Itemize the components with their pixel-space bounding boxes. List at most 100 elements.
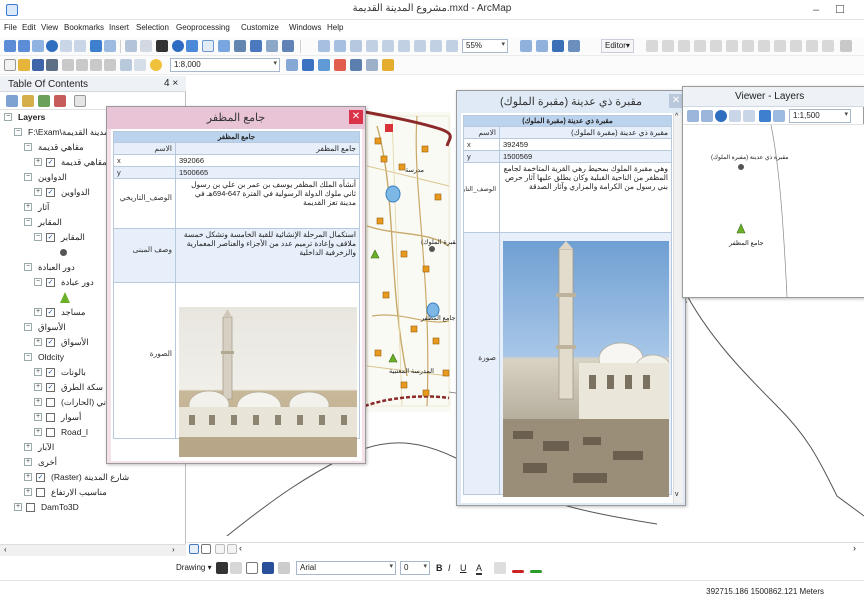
overview-icon[interactable] [282, 40, 294, 52]
checkbox-icon[interactable]: ✓ [46, 158, 55, 167]
html-popup-icon[interactable] [202, 40, 214, 52]
layout-zoom-in-icon[interactable] [318, 40, 330, 52]
map-scale-combo[interactable]: 1:8,000 ▾ [170, 58, 280, 72]
toc-layer-row[interactable]: + ✓ (Raster) شارع المدينة [0, 472, 186, 485]
expand-icon[interactable]: + [34, 368, 42, 376]
layout-back-icon[interactable] [430, 40, 442, 52]
forward-icon[interactable] [773, 110, 785, 122]
collapse-icon[interactable]: − [4, 113, 12, 121]
redo-icon[interactable] [134, 59, 146, 71]
layout-100-icon[interactable] [382, 40, 394, 52]
time-slider-icon[interactable] [234, 40, 246, 52]
scroll-up-icon[interactable]: ^ [675, 113, 678, 120]
cut-polygons-icon[interactable] [742, 40, 754, 52]
underline-button[interactable]: U [460, 563, 467, 573]
list-by-selection-icon[interactable] [54, 95, 66, 107]
find-icon[interactable] [186, 40, 198, 52]
arcscene-icon[interactable] [366, 59, 378, 71]
create-features-icon[interactable] [822, 40, 834, 52]
menu-windows[interactable]: Windows [289, 23, 321, 32]
rotate-icon[interactable] [774, 40, 786, 52]
checkbox-icon[interactable]: ✓ [46, 368, 55, 377]
checkbox-icon[interactable] [46, 398, 55, 407]
checkbox-icon[interactable]: ✓ [36, 473, 45, 482]
measure-icon[interactable] [218, 40, 230, 52]
expand-icon[interactable]: + [24, 203, 32, 211]
viewer-scale-combo[interactable]: 1:1,500 ▾ [789, 109, 851, 123]
toc-layer-row[interactable]: + DamTo3D [0, 502, 186, 515]
fixed-zoom-in-icon[interactable] [60, 40, 72, 52]
back-icon[interactable] [90, 40, 102, 52]
paste-icon[interactable] [90, 59, 102, 71]
add-data-icon[interactable] [150, 59, 162, 71]
select-elements-icon[interactable] [216, 562, 228, 574]
refresh-view-button[interactable] [215, 544, 225, 554]
arctoolbox-icon[interactable] [334, 59, 346, 71]
full-extent-icon[interactable] [715, 110, 727, 122]
forward-icon[interactable] [104, 40, 116, 52]
font-size-combo[interactable]: 0 ▾ [400, 561, 430, 575]
layout-zoom-out-icon[interactable] [334, 40, 346, 52]
close-icon[interactable]: ✕ [669, 94, 683, 108]
layout-fixed-in-icon[interactable] [398, 40, 410, 52]
list-by-visibility-icon[interactable] [38, 95, 50, 107]
layout-view-button[interactable] [201, 544, 211, 554]
editor-toolbar-icon[interactable] [286, 59, 298, 71]
toc-layer-row[interactable]: + مناسيب الارتفاع [0, 487, 186, 500]
menu-bookmarks[interactable]: Bookmarks [64, 23, 104, 32]
editor-menu-button[interactable]: Editor▾ [601, 39, 634, 53]
model-builder-icon[interactable] [382, 59, 394, 71]
python-window-icon[interactable] [350, 59, 362, 71]
close-icon[interactable]: ✕ [349, 110, 363, 124]
collapse-icon[interactable]: − [24, 353, 32, 361]
zoom-in-icon[interactable] [687, 110, 699, 122]
pan-icon[interactable] [701, 110, 713, 122]
checkbox-icon[interactable] [26, 503, 35, 512]
checkbox-icon[interactable]: ✓ [46, 188, 55, 197]
split-icon[interactable] [758, 40, 770, 52]
edit-annotation-icon[interactable] [662, 40, 674, 52]
rotate-icon[interactable] [230, 562, 242, 574]
toc-horizontal-scrollbar[interactable]: ‹ › [0, 544, 186, 556]
new-document-icon[interactable] [4, 59, 16, 71]
print-icon[interactable] [46, 59, 58, 71]
scroll-right-icon[interactable]: › [172, 545, 175, 554]
italic-button[interactable]: I [448, 563, 451, 573]
collapse-icon[interactable]: − [34, 233, 42, 241]
toc-options-icon[interactable] [74, 95, 86, 107]
viewer-map[interactable]: مقبرة ذي عدينة (مقبرة الملوك) جامع المظف… [683, 124, 864, 298]
table-of-contents-icon[interactable] [302, 59, 314, 71]
scroll-right-icon[interactable]: › [853, 543, 856, 553]
toolbar-options-icon[interactable] [840, 40, 852, 52]
toggle-draft-icon[interactable] [520, 40, 532, 52]
layout-fixed-out-icon[interactable] [414, 40, 426, 52]
cut-icon[interactable] [62, 59, 74, 71]
scroll-down-icon[interactable]: v [675, 491, 679, 498]
toc-pin-close[interactable]: 4 × [164, 78, 178, 89]
menu-edit[interactable]: Edit [22, 23, 36, 32]
menu-view[interactable]: View [41, 23, 58, 32]
rectangle-icon[interactable] [246, 562, 258, 574]
viewer-window-icon[interactable] [266, 40, 278, 52]
collapse-icon[interactable]: − [14, 128, 22, 136]
scroll-left-icon[interactable]: ‹ [4, 545, 7, 554]
layout-zoom-whole-icon[interactable] [366, 40, 378, 52]
back-icon[interactable] [759, 110, 771, 122]
expand-icon[interactable]: + [34, 188, 42, 196]
expand-icon[interactable]: + [34, 308, 42, 316]
zoom-in-icon[interactable] [4, 40, 16, 52]
minimize-button[interactable]: – [804, 2, 828, 18]
menu-customize[interactable]: Customize [241, 23, 279, 32]
expand-icon[interactable]: + [24, 458, 32, 466]
copy-icon[interactable] [76, 59, 88, 71]
fixed-zoom-out-icon[interactable] [74, 40, 86, 52]
straight-segment-icon[interactable] [678, 40, 690, 52]
text-icon[interactable] [262, 562, 274, 574]
collapse-icon[interactable]: − [24, 263, 32, 271]
zoom-out-icon[interactable] [18, 40, 30, 52]
data-driven-icon[interactable] [568, 40, 580, 52]
sketch-properties-icon[interactable] [806, 40, 818, 52]
select-features-icon[interactable] [125, 40, 137, 52]
full-extent-icon[interactable] [46, 40, 58, 52]
expand-icon[interactable]: + [24, 488, 32, 496]
